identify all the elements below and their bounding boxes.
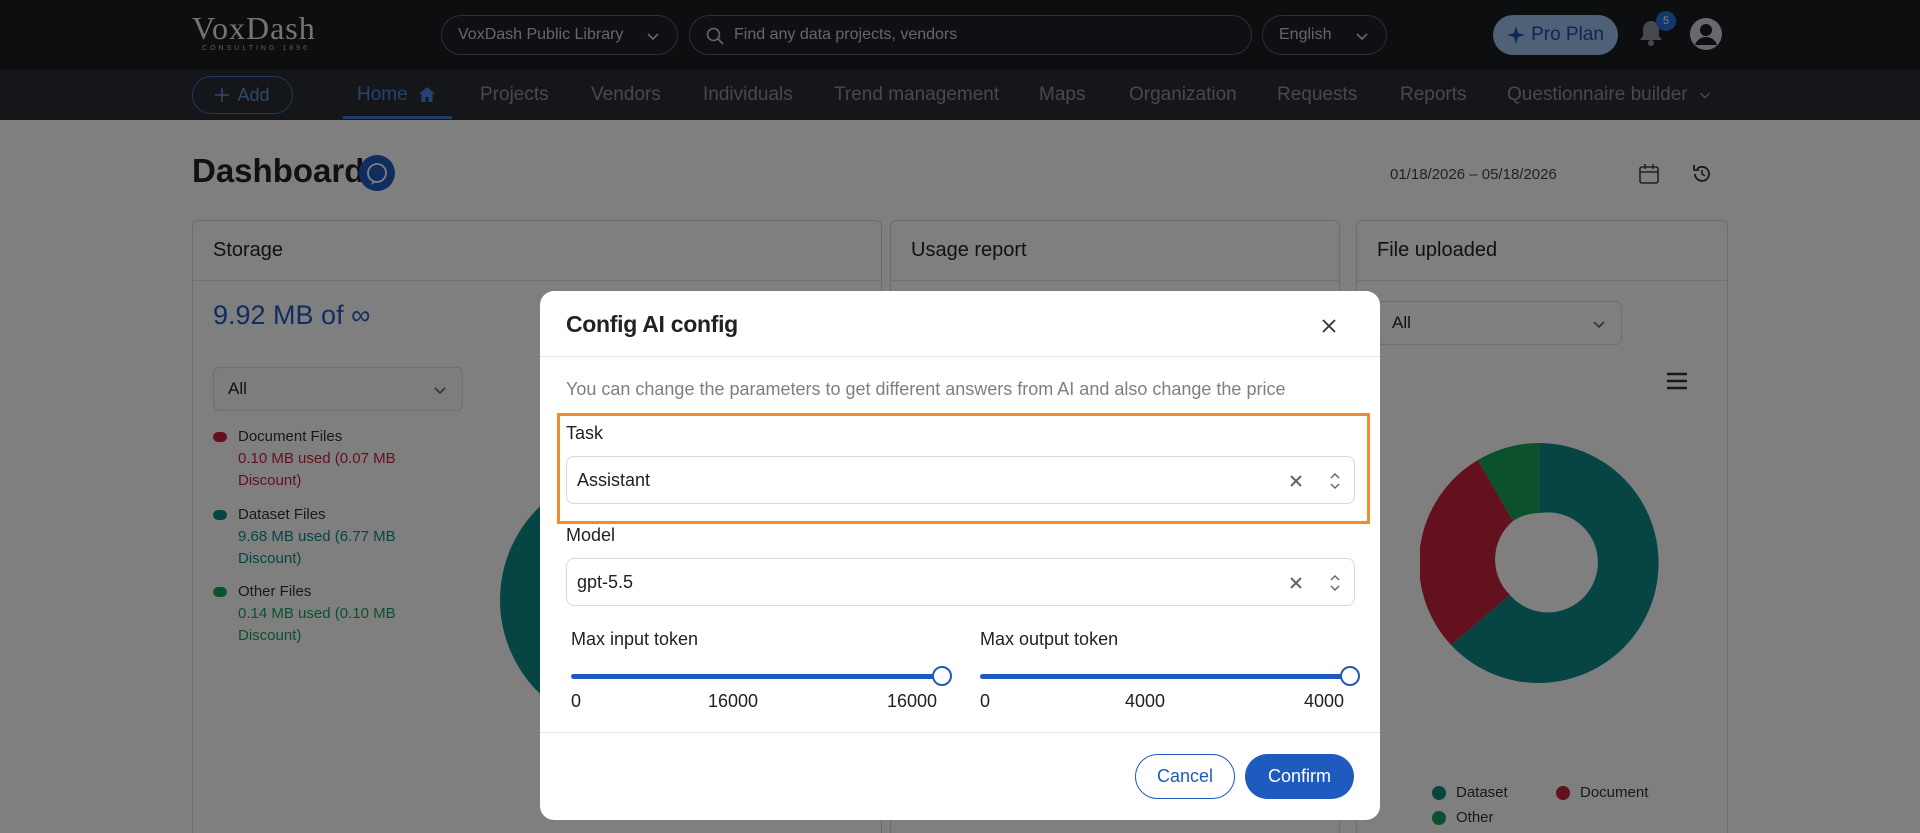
max-input-min: 0: [571, 691, 582, 711]
max-output-token-label: Max output token: [980, 629, 1119, 649]
slider-thumb[interactable]: [932, 666, 952, 686]
slider-track: [571, 674, 942, 679]
modal-header: Config AI config: [540, 291, 1380, 357]
max-input-current: 16000: [708, 691, 759, 711]
max-output-current: 4000: [1125, 691, 1166, 711]
model-select-value: gpt-5.5: [577, 571, 634, 592]
modal-description: You can change the parameters to get dif…: [566, 379, 1286, 399]
clear-icon[interactable]: [1288, 473, 1304, 489]
modal-footer: Cancel Confirm: [540, 732, 1380, 820]
model-select[interactable]: gpt-5.5: [566, 558, 1355, 606]
ai-config-modal: Config AI config You can change the para…: [540, 291, 1380, 820]
updown-chevron-icon: [1330, 472, 1340, 490]
slider-thumb[interactable]: [1340, 666, 1360, 686]
clear-icon[interactable]: [1288, 575, 1304, 591]
task-label: Task: [566, 423, 604, 443]
slider-track: [980, 674, 1350, 679]
cancel-button[interactable]: Cancel: [1135, 754, 1235, 799]
task-select[interactable]: Assistant: [566, 456, 1355, 504]
max-input-max: 16000: [887, 691, 938, 711]
updown-chevron-icon: [1330, 574, 1340, 592]
modal-title: Config AI config: [566, 311, 738, 337]
max-output-max: 4000: [1304, 691, 1345, 711]
max-output-min: 0: [980, 691, 991, 711]
max-input-token-slider[interactable]: [571, 666, 952, 686]
model-label: Model: [566, 525, 616, 545]
task-select-value: Assistant: [577, 469, 651, 490]
close-icon[interactable]: [1319, 316, 1339, 336]
confirm-button[interactable]: Confirm: [1245, 754, 1354, 799]
max-input-token-label: Max input token: [571, 629, 699, 649]
max-output-token-slider[interactable]: [980, 666, 1360, 686]
